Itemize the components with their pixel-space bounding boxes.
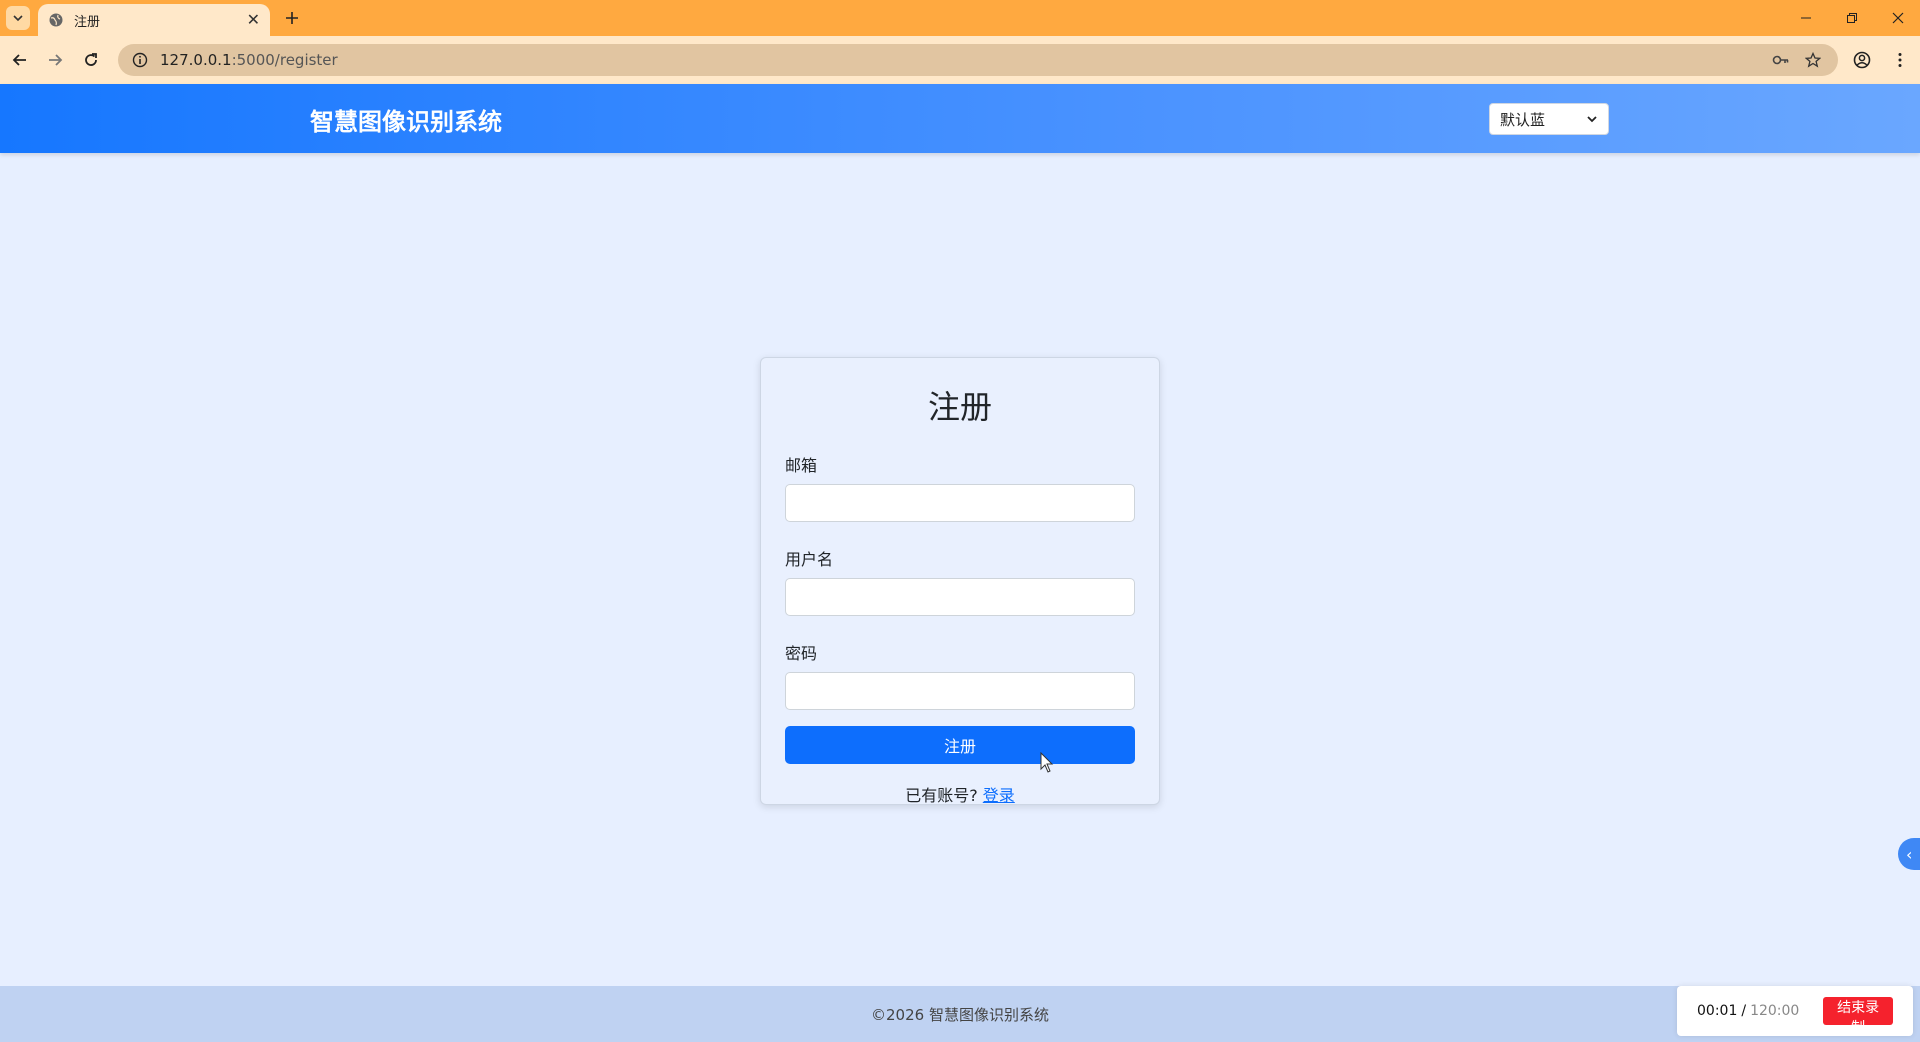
mouse-cursor-icon [1040, 752, 1054, 773]
register-button[interactable]: 注册 [785, 726, 1135, 764]
arrow-left-icon [12, 54, 26, 66]
new-tab-button[interactable] [280, 6, 304, 30]
reload-button[interactable] [79, 48, 103, 72]
url-host: 127.0.0.1 [160, 51, 232, 69]
register-card: 注册 邮箱 用户名 密码 注册 已有账号? 登录 [760, 357, 1160, 805]
browser-tab[interactable]: 注册 ✕ [38, 4, 270, 36]
url-text: 127.0.0.1:5000/register [160, 51, 338, 69]
info-icon[interactable] [132, 52, 148, 68]
forward-button[interactable] [43, 48, 67, 72]
back-button[interactable] [8, 48, 32, 72]
window-close-button[interactable] [1875, 0, 1920, 36]
tab-search-button[interactable] [6, 6, 30, 30]
recording-separator: / [1741, 1003, 1747, 1019]
login-prompt: 已有账号? 登录 [785, 782, 1135, 806]
browser-menu-button[interactable] [1888, 48, 1912, 72]
recording-total: 120:00 [1750, 1003, 1800, 1019]
password-key-button[interactable] [1769, 48, 1793, 72]
reload-icon [85, 53, 97, 66]
minimize-icon [1801, 17, 1811, 19]
password-label: 密码 [785, 644, 818, 663]
recording-widget: 00:01 / 120:00 结束录制 [1677, 986, 1913, 1036]
footer-copyright: ©2026 智慧图像识别系统 [871, 1006, 1049, 1024]
restore-button[interactable] [1829, 0, 1875, 36]
bookmark-button[interactable] [1801, 48, 1825, 72]
password-field[interactable] [785, 672, 1135, 710]
kebab-menu-icon [1898, 53, 1902, 67]
chevron-down-icon [1587, 116, 1597, 123]
recording-elapsed: 00:01 [1697, 1003, 1738, 1019]
star-icon [1805, 52, 1821, 68]
browser-toolbar: 127.0.0.1:5000/register [0, 36, 1920, 84]
chevron-down-icon [13, 15, 23, 22]
profile-icon [1853, 51, 1871, 69]
plus-icon [286, 12, 298, 24]
tab-title: 注册 [74, 14, 101, 30]
email-field[interactable] [785, 484, 1135, 522]
theme-select-value: 默认蓝 [1500, 110, 1546, 129]
app-header: 智慧图像识别系统 默认蓝 [0, 84, 1920, 153]
username-field[interactable] [785, 578, 1135, 616]
register-title: 注册 [927, 388, 992, 426]
side-panel-toggle[interactable]: ‹ [1898, 838, 1920, 870]
url-path: :5000/register [231, 51, 338, 69]
chevron-left-icon: ‹ [1906, 844, 1913, 864]
theme-select[interactable]: 默认蓝 [1489, 103, 1609, 135]
profile-button[interactable] [1850, 48, 1874, 72]
browser-tabstrip: 注册 ✕ [0, 0, 1920, 36]
email-label: 邮箱 [785, 456, 818, 475]
stop-recording-button[interactable]: 结束录制 [1823, 997, 1893, 1036]
address-bar[interactable]: 127.0.0.1:5000/register [118, 44, 1838, 76]
have-account-text: 已有账号? [905, 786, 978, 805]
close-icon [1892, 12, 1904, 24]
login-link[interactable]: 登录 [983, 786, 1015, 805]
key-icon [1772, 55, 1789, 65]
app-brand[interactable]: 智慧图像识别系统 [310, 102, 502, 137]
arrow-right-icon [49, 54, 63, 66]
restore-icon [1847, 13, 1857, 23]
minimize-button[interactable] [1783, 0, 1829, 36]
username-label: 用户名 [785, 550, 834, 569]
tab-close-icon[interactable]: ✕ [247, 12, 260, 28]
globe-icon [49, 13, 63, 27]
page-footer: ©2026 智慧图像识别系统 [0, 986, 1920, 1042]
